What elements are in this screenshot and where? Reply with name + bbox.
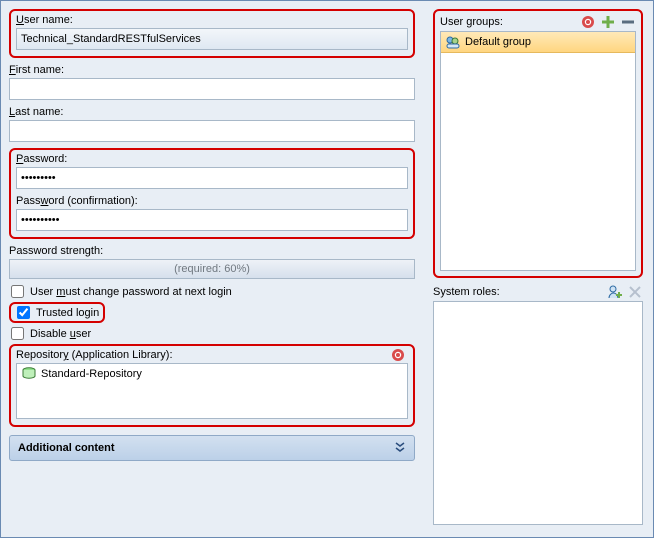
repository-item[interactable]: Standard-Repository xyxy=(17,364,407,384)
group-item-label: Default group xyxy=(465,36,531,48)
repository-list[interactable]: Standard-Repository xyxy=(16,363,408,419)
add-role-button[interactable] xyxy=(607,284,623,300)
must-change-label: User must change password at next login xyxy=(30,286,232,298)
repository-label: Repository (Application Library): xyxy=(16,349,408,361)
user-groups-list[interactable]: Default group xyxy=(440,31,636,271)
disable-label: Disable user xyxy=(30,328,91,340)
strength-label: Password strength: xyxy=(9,245,415,257)
group-item[interactable]: Default group xyxy=(441,32,635,53)
must-change-row: User must change password at next login xyxy=(9,285,415,298)
system-roles-list[interactable] xyxy=(433,301,643,525)
trusted-label: Trusted login xyxy=(36,307,99,319)
disable-checkbox[interactable] xyxy=(11,327,24,340)
password-label: Password: xyxy=(16,153,408,165)
strength-bar: (required: 60%) xyxy=(9,259,415,279)
repository-item-label: Standard-Repository xyxy=(41,368,142,380)
required-icon xyxy=(391,348,405,362)
firstname-label: First name: xyxy=(9,64,415,76)
remove-group-button[interactable] xyxy=(620,14,636,30)
firstname-input[interactable] xyxy=(9,78,415,100)
add-group-button[interactable] xyxy=(600,14,616,30)
lastname-group: Last name: xyxy=(9,106,415,142)
strength-placeholder: (required: 60%) xyxy=(174,263,250,275)
strength-group: Password strength: (required: 60%) xyxy=(9,245,415,279)
repository-group: Repository (Application Library): Standa… xyxy=(9,344,415,427)
password-input[interactable] xyxy=(16,167,408,189)
additional-content-label: Additional content xyxy=(18,442,115,454)
system-roles-panel: System roles: xyxy=(433,284,643,525)
trusted-checkbox[interactable] xyxy=(17,306,30,319)
user-groups-label: User groups: xyxy=(440,16,503,28)
firstname-group: First name: xyxy=(9,64,415,100)
lastname-input[interactable] xyxy=(9,120,415,142)
password-confirm-input[interactable] xyxy=(16,209,408,231)
required-icon xyxy=(580,14,596,30)
system-roles-label: System roles: xyxy=(433,286,500,298)
username-label: User name: xyxy=(16,14,408,26)
repository-icon xyxy=(21,366,37,382)
group-icon xyxy=(445,34,461,50)
remove-role-button[interactable] xyxy=(627,284,643,300)
username-group: User name: xyxy=(9,9,415,58)
password-confirm-label: Password (confirmation): xyxy=(16,195,408,207)
must-change-checkbox[interactable] xyxy=(11,285,24,298)
username-input[interactable] xyxy=(16,28,408,50)
chevron-down-icon xyxy=(394,441,406,455)
trusted-row: Trusted login xyxy=(9,302,415,323)
additional-content-toggle[interactable]: Additional content xyxy=(9,435,415,461)
password-group: Password: Password (confirmation): xyxy=(9,148,415,239)
lastname-label: Last name: xyxy=(9,106,415,118)
user-groups-panel: User groups: Default group xyxy=(433,9,643,278)
disable-row: Disable user xyxy=(9,327,415,340)
